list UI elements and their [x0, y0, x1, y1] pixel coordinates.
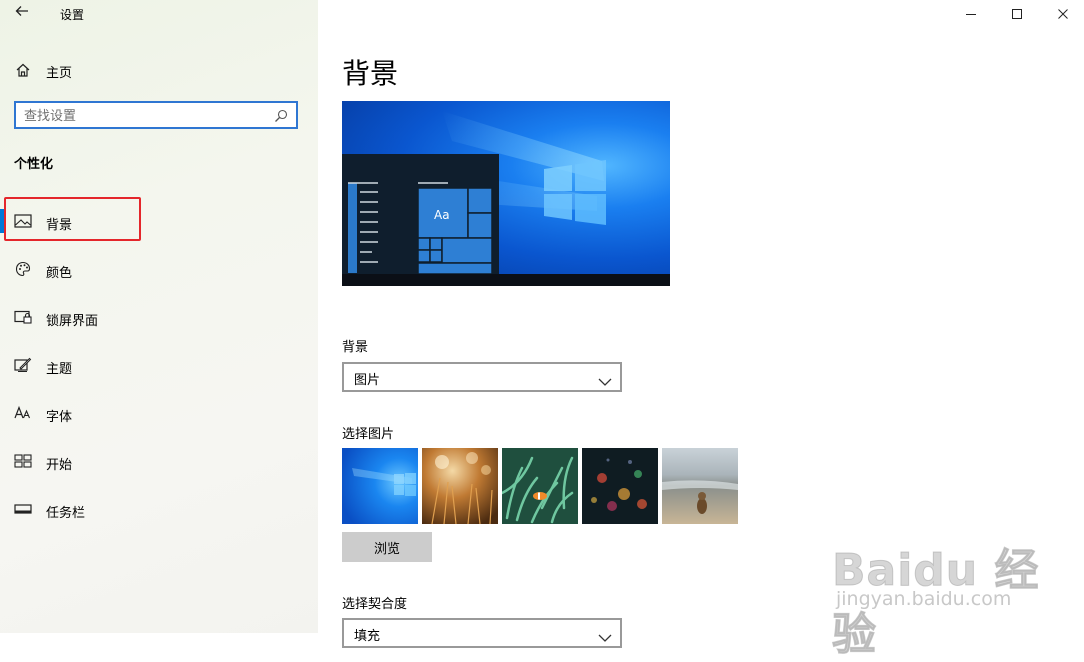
search-box[interactable]: [14, 101, 298, 129]
sidebar-item-label: 颜色: [46, 266, 73, 281]
section-heading: 个性化: [14, 157, 54, 172]
maximize-icon[interactable]: [994, 0, 1040, 28]
palette-icon: [14, 260, 32, 278]
sidebar-item-label: 开始: [46, 458, 73, 473]
thumbnail-rain-bokeh[interactable]: [582, 448, 658, 524]
theme-brush-icon: [14, 356, 32, 374]
background-type-dropdown[interactable]: 图片: [342, 362, 622, 392]
background-preview: Aa: [342, 101, 670, 286]
minimize-icon[interactable]: [948, 0, 994, 28]
chevron-down-icon: [598, 372, 612, 386]
sidebar-item-themes[interactable]: 主题: [0, 345, 318, 385]
search-icon[interactable]: [274, 108, 290, 124]
close-icon[interactable]: [1040, 0, 1084, 28]
chevron-down-icon: [598, 628, 612, 642]
thumbnail-anemone-clownfish[interactable]: [502, 448, 578, 524]
choose-fit-label: 选择契合度: [342, 597, 408, 612]
preview-tile-text: Aa: [434, 208, 450, 222]
search-input[interactable]: [24, 107, 264, 125]
sidebar-item-fonts[interactable]: 字体: [0, 393, 318, 433]
watermark-url: jingyan.baidu.com: [836, 588, 1012, 610]
sidebar-item-label: 锁屏界面: [46, 314, 99, 329]
home-icon: [14, 61, 32, 79]
sidebar-item-start[interactable]: 开始: [0, 441, 318, 481]
dropdown-value: 填充: [354, 629, 381, 644]
choose-picture-label: 选择图片: [342, 427, 395, 442]
dropdown-value: 图片: [354, 373, 381, 388]
back-arrow-icon[interactable]: [10, 3, 34, 25]
sidebar-item-label: 主题: [46, 362, 73, 377]
start-grid-icon: [14, 452, 32, 470]
thumbnail-autumn-grass[interactable]: [422, 448, 498, 524]
font-icon: [14, 404, 32, 422]
sidebar-item-colors[interactable]: 颜色: [0, 249, 318, 289]
sidebar-item-label: 主页: [46, 66, 73, 81]
app-title: 设置: [60, 8, 85, 22]
lock-screen-icon: [14, 308, 32, 326]
sidebar-item-taskbar[interactable]: 任务栏: [0, 489, 318, 529]
sidebar: 设置 主页 个性化 背景 颜色 锁屏界面 主题: [0, 0, 318, 633]
annotation-highlight: [4, 197, 141, 241]
background-type-label: 背景: [342, 340, 369, 355]
sidebar-item-home[interactable]: 主页: [0, 56, 318, 84]
browse-button[interactable]: 浏览: [342, 532, 432, 562]
sidebar-item-label: 任务栏: [46, 506, 86, 521]
fit-dropdown[interactable]: 填充: [342, 618, 622, 648]
sidebar-item-label: 字体: [46, 410, 73, 425]
sidebar-item-lock-screen[interactable]: 锁屏界面: [0, 297, 318, 337]
thumbnail-windows-blue[interactable]: [342, 448, 418, 524]
taskbar-icon: [14, 500, 32, 518]
thumbnail-beach-figure[interactable]: [662, 448, 738, 524]
page-title: 背景: [342, 57, 399, 90]
